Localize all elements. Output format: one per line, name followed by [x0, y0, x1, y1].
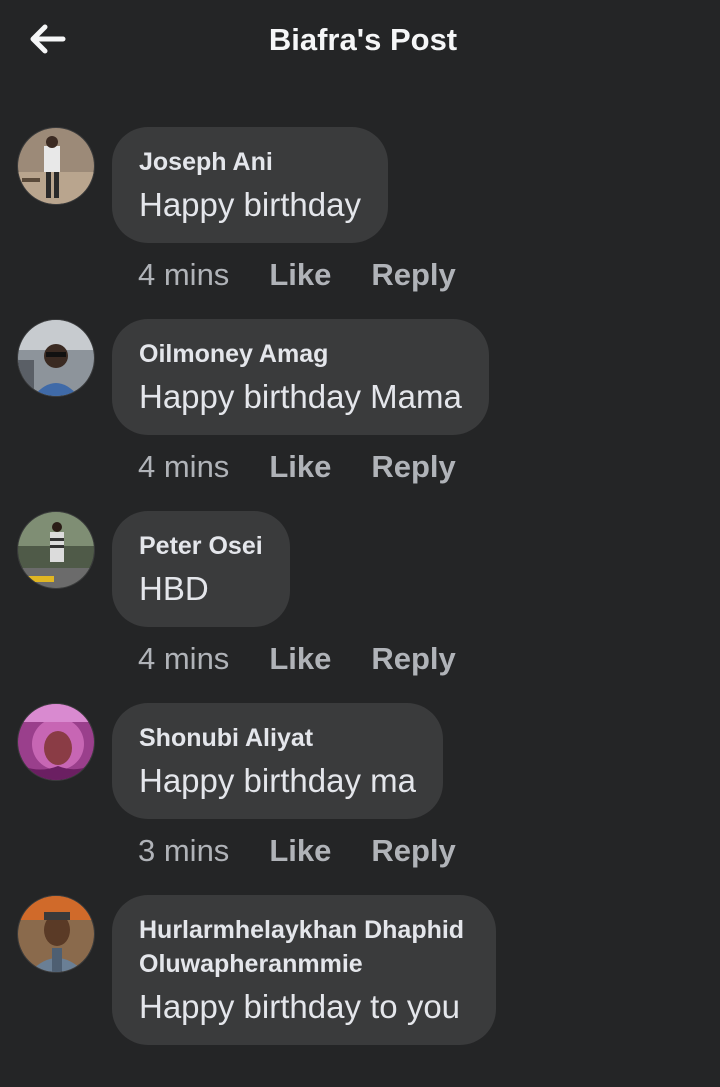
comment-item: Joseph Ani Happy birthday 4 mins Like Re…	[0, 127, 720, 319]
avatar[interactable]	[17, 895, 95, 973]
comment-list: Joseph Ani Happy birthday 4 mins Like Re…	[0, 127, 720, 1087]
comment-time: 4 mins	[138, 641, 230, 676]
comment-actions: 4 mins Like Reply	[138, 255, 456, 295]
comment-text: HBD	[139, 570, 209, 607]
comment-text: Happy birthday Mama	[139, 378, 462, 415]
comment-bubble[interactable]: Shonubi Aliyat Happy birthday ma	[112, 703, 443, 819]
like-button[interactable]: Like	[269, 833, 331, 869]
comment-author[interactable]: Oilmoney Amag	[139, 337, 462, 371]
comment-item: Peter Osei HBD 4 mins Like Reply	[0, 511, 720, 703]
reply-button[interactable]: Reply	[371, 257, 455, 293]
reply-button[interactable]: Reply	[371, 641, 455, 677]
comment-time: 4 mins	[138, 257, 230, 292]
comment-actions: 4 mins Like Reply	[138, 447, 456, 487]
comment-author[interactable]: Hurlarmhelaykhan Dhaphid Oluwapheranmmie	[139, 913, 469, 981]
comment-bubble[interactable]: Oilmoney Amag Happy birthday Mama	[112, 319, 489, 435]
page-title: Biafra's Post	[268, 22, 458, 57]
comment-item: Oilmoney Amag Happy birthday Mama 4 mins…	[0, 319, 720, 511]
avatar[interactable]	[17, 127, 95, 205]
reply-button[interactable]: Reply	[371, 833, 455, 869]
comment-bubble[interactable]: Peter Osei HBD	[112, 511, 290, 627]
comment-actions: 3 mins Like Reply	[138, 831, 456, 871]
comment-time: 3 mins	[138, 833, 230, 868]
like-button[interactable]: Like	[269, 641, 331, 677]
comment-text: Happy birthday ma	[139, 762, 416, 799]
comment-item: Hurlarmhelaykhan Dhaphid Oluwapheranmmie…	[0, 895, 720, 1087]
reply-button[interactable]: Reply	[371, 449, 455, 485]
comment-author[interactable]: Joseph Ani	[139, 145, 361, 179]
avatar[interactable]	[17, 511, 95, 589]
comment-author[interactable]: Peter Osei	[139, 529, 263, 563]
comment-bubble[interactable]: Joseph Ani Happy birthday	[112, 127, 388, 243]
avatar[interactable]	[17, 703, 95, 781]
comment-item: Shonubi Aliyat Happy birthday ma 3 mins …	[0, 703, 720, 895]
comment-text: Happy birthday	[139, 186, 361, 223]
avatar[interactable]	[17, 319, 95, 397]
like-button[interactable]: Like	[269, 449, 331, 485]
comment-actions: 4 mins Like Reply	[138, 639, 456, 679]
comment-time: 4 mins	[138, 449, 230, 484]
comment-text: Happy birthday to you	[139, 988, 461, 1025]
top-bar: Biafra's Post	[0, 0, 720, 86]
like-button[interactable]: Like	[269, 257, 331, 293]
comment-bubble[interactable]: Hurlarmhelaykhan Dhaphid Oluwapheranmmie…	[112, 895, 496, 1045]
comment-author[interactable]: Shonubi Aliyat	[139, 721, 416, 755]
